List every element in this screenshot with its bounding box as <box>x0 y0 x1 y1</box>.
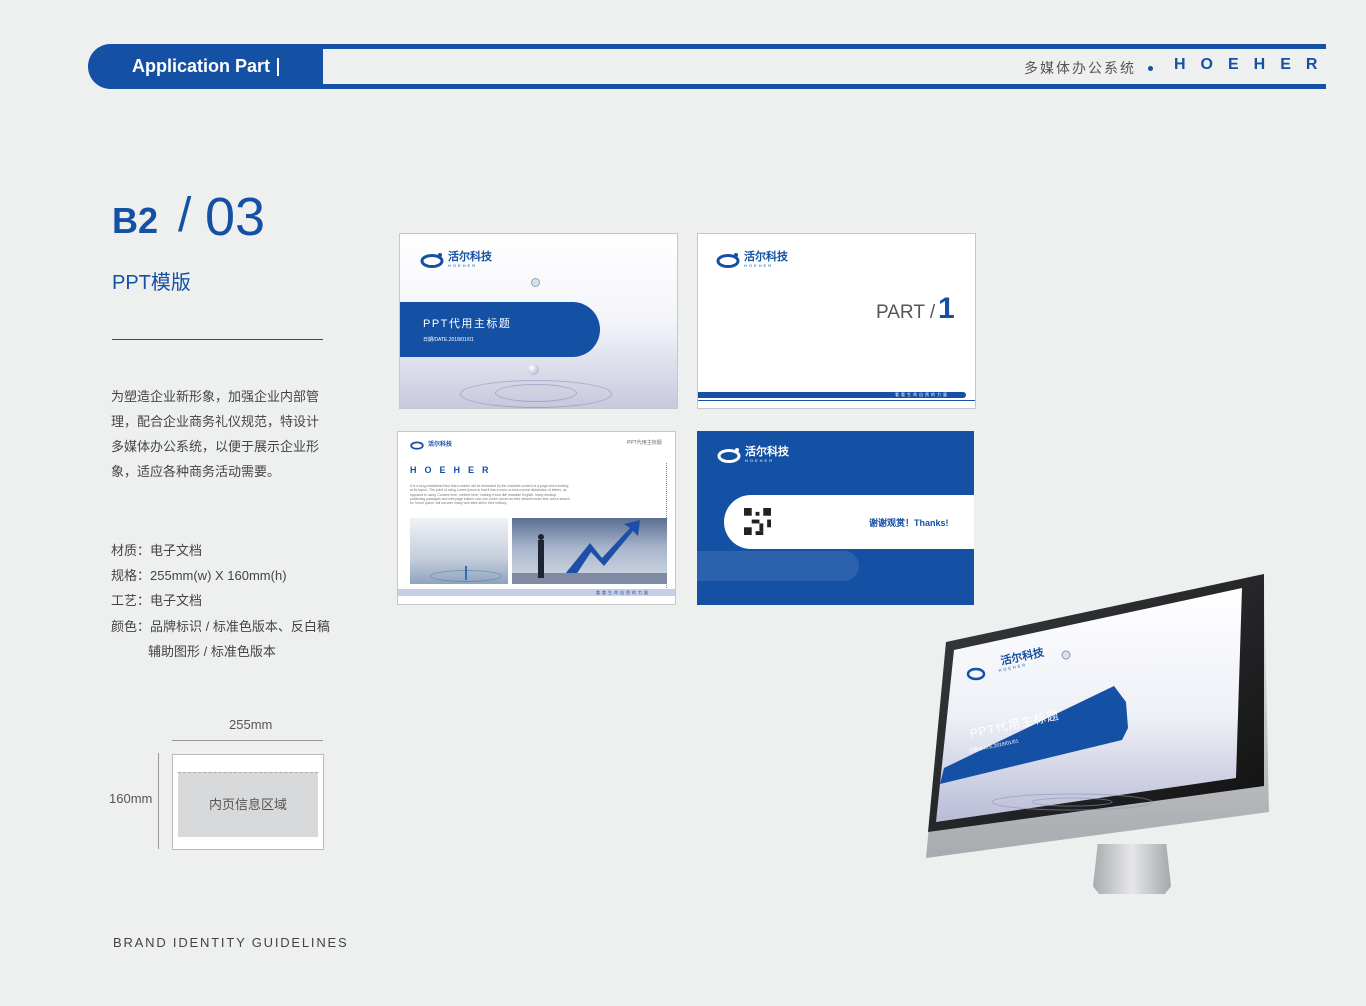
growth-arrow-icon <box>512 520 667 584</box>
spec-process: 工艺：电子文档 <box>111 593 203 608</box>
dimension-height-label: 160mm <box>109 791 153 806</box>
ripple-ring <box>430 570 502 582</box>
spec-color-2: 辅助图形 / 标准色版本 <box>148 644 276 659</box>
dimension-area-label: 内页信息区域 <box>208 797 287 812</box>
header-brand: HOEHER <box>1174 56 1333 73</box>
header-system-name: 多媒体办公系统 <box>1024 60 1136 76</box>
qr-code-icon <box>744 508 771 535</box>
section-slogan: 看看生命自然的力量 <box>895 392 949 397</box>
monitor <box>926 574 1269 858</box>
logo-en: HOEHER <box>448 263 478 268</box>
header-rule-top <box>320 44 1326 49</box>
dimension-width-label: 255mm <box>229 717 273 732</box>
section-description: 为塑造企业新形象，加强企业内部管理，配合企业商务礼仪规范，特设计多媒体办公系统，… <box>111 389 320 479</box>
water-drop-icon <box>528 364 539 375</box>
content-slogan: 看看生命自然的力量 <box>596 590 650 595</box>
cover-date: 日期/DATE.2018/01/01 <box>423 337 474 343</box>
end-ghost-band <box>697 551 859 581</box>
logo-mark-icon <box>420 253 444 268</box>
section-footer-line <box>698 400 975 401</box>
logo-en: HOEHER <box>745 458 775 463</box>
section-number: 03 <box>205 187 266 247</box>
section-divider <box>112 339 323 340</box>
spec-color: 颜色：品牌标识 / 标准色版本、反白稿 <box>111 619 330 634</box>
header-dot <box>1148 66 1153 71</box>
section-title: PPT模版 <box>112 272 191 294</box>
content-header: PPT代用主标题 <box>627 440 662 446</box>
dimension-width-line <box>172 740 323 741</box>
spec-material: 材质：电子文档 <box>111 543 203 558</box>
dimension-height-line <box>158 753 159 849</box>
brand-logo: 活尔科技 HOEHER <box>716 252 788 268</box>
brand-logo: 活尔科技 <box>410 440 452 450</box>
slide-cover: 活尔科技 HOEHER PPT代用主标题 日期/DATE.2018/01/01 <box>399 233 678 409</box>
logo-cn: 活尔科技 <box>745 446 789 458</box>
logo-cn: 活尔科技 <box>428 441 453 448</box>
logo-cn: 活尔科技 <box>448 251 492 263</box>
logo-mark-icon <box>717 448 741 463</box>
logo-mark-icon <box>410 441 424 450</box>
cover-title: PPT代用主标题 <box>423 318 512 330</box>
header-rule-bottom <box>320 84 1326 89</box>
end-thanks: 谢谢观赏！Thanks! <box>869 518 949 528</box>
header-title: Application Part <box>132 56 271 76</box>
section-part-number: 1 <box>938 292 955 325</box>
content-body: It is a long established fact that a rea… <box>410 484 570 506</box>
spec-size: 规格：255mm(w) X 160mm(h) <box>111 568 287 583</box>
brand-logo: 活尔科技 HOEHER <box>717 447 789 463</box>
brand-logo: 活尔科技 HOEHER <box>420 252 492 268</box>
content-brand: HOEHER <box>410 465 497 475</box>
header-separator <box>277 58 279 76</box>
ripple-inner <box>495 384 577 402</box>
water-drop-photo <box>410 518 508 584</box>
slide-section: 活尔科技 HOEHER PART / 1 看看生命自然的力量 <box>697 233 976 409</box>
section-code: B2 <box>112 200 159 241</box>
growth-arrow-photo <box>512 518 667 584</box>
logo-cn: 活尔科技 <box>744 251 788 263</box>
footer-text: BRAND IDENTITY GUIDELINES <box>113 935 349 950</box>
section-part-label: PART / <box>876 302 936 323</box>
slide-content: 活尔科技 PPT代用主标题 HOEHER It is a long establ… <box>397 431 676 605</box>
logo-mark-icon <box>716 253 740 268</box>
logo-en: HOEHER <box>744 263 774 268</box>
water-drop-icon <box>531 278 540 287</box>
section-slash: / <box>178 189 192 242</box>
